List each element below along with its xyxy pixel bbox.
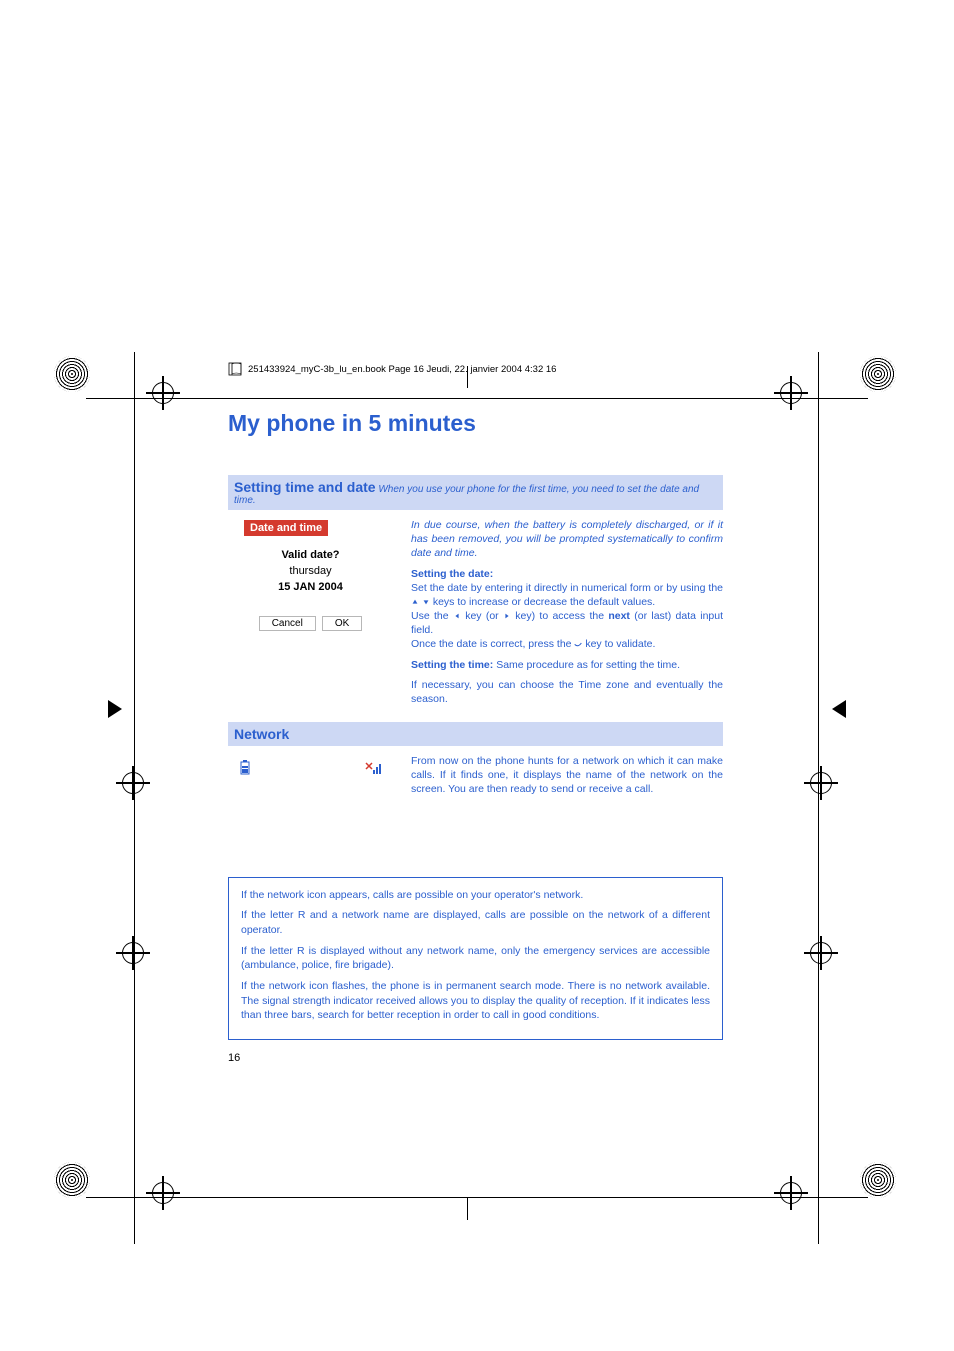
info-p2: If the letter R and a network name are d… [241,908,710,937]
nav-instr-b: key (or [465,610,503,622]
registration-mark-corner [54,1162,94,1202]
phone-screen-mock: Date and time Valid date? thursday 15 JA… [228,518,393,712]
page-content: 251433924_myC-3b_lu_en.book Page 16 Jeud… [228,362,723,1064]
validate-key-icon [574,641,582,649]
registration-arrow-left [108,700,122,718]
validate-b: key to validate. [585,638,655,650]
setting-date-heading: Setting the date: [411,568,493,580]
screen-line-3: 15 JAN 2004 [278,581,343,593]
up-key-icon [411,598,419,606]
validate-a: Once the date is correct, press the [411,638,574,650]
left-key-icon [453,612,461,620]
registration-cross [120,770,146,796]
section-network: Network [228,722,723,746]
date-instr-b: keys to increase or decrease the default… [433,596,655,608]
registration-cross [808,940,834,966]
network-heading: Network [234,726,289,742]
registration-arrow-right [832,700,846,718]
registration-cross [150,380,176,406]
ok-button[interactable]: OK [322,616,362,631]
time-instr: Same procedure as for setting the time. [496,659,680,671]
section-lead: Setting time and date [234,479,376,495]
registration-cross [808,770,834,796]
setting-time-heading: Setting the time: [411,659,493,671]
registration-mark-corner [54,356,94,396]
nav-instr-c: key) to access the [515,610,608,622]
section-setting-time: Setting time and date When you use your … [228,475,723,510]
down-key-icon [422,598,430,606]
screen-title-bar: Date and time [244,520,328,536]
signal-icon [365,760,383,776]
network-text: From now on the phone hunts for a networ… [411,754,723,797]
header-text: 251433924_myC-3b_lu_en.book Page 16 Jeud… [248,364,556,375]
screen-line-2: thursday [289,565,331,577]
info-p1: If the network icon appears, calls are p… [241,888,710,903]
crop-line [818,352,819,1244]
registration-cross [778,380,804,406]
battery-icon [238,760,252,776]
info-p3: If the letter R is displayed without any… [241,944,710,973]
registration-cross [120,940,146,966]
nav-next-word: next [608,610,630,622]
info-p4: If the network icon flashes, the phone i… [241,979,710,1023]
softkey-row: Cancel OK [228,616,393,631]
timezone-instr: If necessary, you can choose the Time zo… [411,678,723,706]
registration-mark-corner [860,356,900,396]
book-icon [228,362,242,376]
intro-paragraph: In due course, when the battery is compl… [411,518,723,561]
date-instr-a: Set the date by entering it directly in … [411,582,723,594]
crop-line [86,1197,868,1198]
book-header: 251433924_myC-3b_lu_en.book Page 16 Jeud… [228,362,723,376]
crop-line [134,352,135,1244]
page-number: 16 [228,1052,723,1064]
status-icons-mock [228,754,393,797]
screen-body: Valid date? thursday 15 JAN 2004 [228,548,393,596]
cancel-button[interactable]: Cancel [259,616,316,631]
nav-instr-a: Use the [411,610,453,622]
registration-cross [150,1180,176,1206]
instruction-text: In due course, when the battery is compl… [411,518,723,712]
registration-cross [778,1180,804,1206]
right-key-icon [503,612,511,620]
registration-mark-corner [860,1162,900,1202]
page-title: My phone in 5 minutes [228,410,723,437]
screen-line-1: Valid date? [281,549,339,561]
network-info-box: If the network icon appears, calls are p… [228,877,723,1041]
